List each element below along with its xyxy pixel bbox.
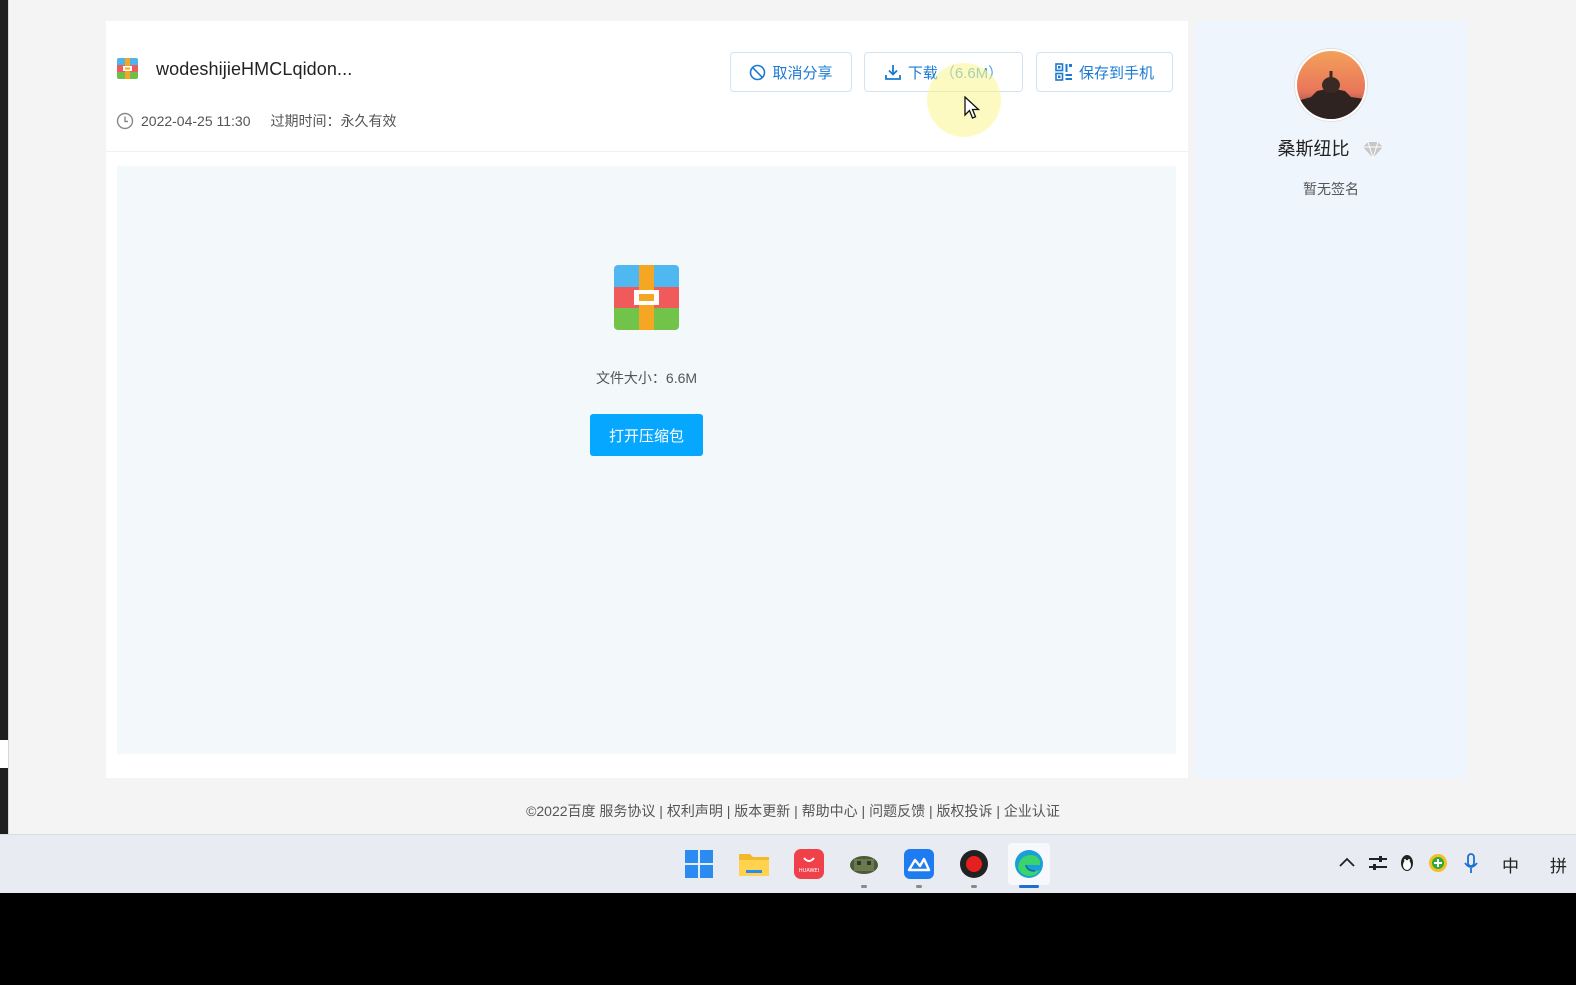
screen-recorder-button[interactable] — [953, 843, 995, 888]
microphone-icon[interactable] — [1463, 853, 1479, 875]
taskbar: HUAWEI 中 拼 — [0, 834, 1576, 894]
minecraft-icon — [850, 856, 878, 874]
ime-name-indicator[interactable]: 拼 — [1550, 852, 1567, 877]
file-preview-area: 文件大小：6.6M 打开压缩包 — [117, 166, 1176, 754]
feishu-icon — [904, 849, 934, 879]
windows-icon — [685, 850, 713, 878]
folder-icon — [739, 854, 769, 876]
file-size: 文件大小：6.6M — [595, 370, 698, 386]
user-signature: 暂无签名 — [1303, 181, 1359, 197]
archive-large-icon — [614, 265, 679, 330]
clock-icon — [116, 112, 134, 130]
screen-bottom-black — [0, 893, 1576, 985]
expire-time: 过期时间：永久有效 — [270, 113, 397, 129]
save-to-phone-button[interactable]: 保存到手机 — [1036, 52, 1173, 92]
file-name: wodeshijieHMCLqidon... — [156, 59, 353, 79]
user-card: 桑斯纽比 暂无签名 — [1195, 21, 1467, 778]
browser-viewport: wodeshijieHMCLqidon... 2022-04-25 11:30 … — [8, 0, 1576, 834]
save-to-phone-label: 保存到手机 — [1078, 64, 1154, 82]
windows-start-button[interactable] — [678, 843, 720, 885]
ime-mode-indicator[interactable]: 中 — [1502, 852, 1519, 877]
settings-sliders-icon[interactable] — [1368, 854, 1388, 872]
huawei-label: HUAWEI — [799, 868, 819, 874]
avatar[interactable] — [1295, 49, 1367, 121]
file-explorer-button[interactable] — [733, 843, 775, 885]
file-card: wodeshijieHMCLqidon... 2022-04-25 11:30 … — [106, 21, 1188, 778]
archive-icon — [117, 58, 138, 79]
feishu-button[interactable] — [898, 843, 940, 888]
mouse-pointer-icon — [964, 96, 980, 119]
edge-icon — [1015, 850, 1043, 878]
open-archive-button[interactable]: 打开压缩包 — [590, 414, 703, 456]
edge-browser-button[interactable] — [1008, 843, 1050, 888]
qq-penguin-icon[interactable] — [1398, 853, 1416, 873]
download-icon — [884, 65, 901, 80]
huawei-appgallery-button[interactable]: HUAWEI — [788, 843, 830, 885]
left-window-edge — [0, 0, 8, 834]
footer-links[interactable]: ©2022百度 服务协议 | 权利声明 | 版本更新 | 帮助中心 | 问题反馈… — [9, 801, 1576, 821]
minecraft-button[interactable] — [843, 843, 885, 888]
ban-icon — [750, 64, 766, 80]
security-plus-icon[interactable] — [1428, 853, 1448, 873]
diamond-icon — [1362, 142, 1383, 160]
qrcode-icon — [1055, 63, 1072, 81]
appgallery-icon: HUAWEI — [794, 849, 824, 879]
user-name-row: 桑斯纽比 — [1195, 135, 1467, 161]
cancel-share-button[interactable]: 取消分享 — [730, 52, 852, 92]
user-name[interactable]: 桑斯纽比 — [1277, 139, 1349, 159]
record-icon — [960, 850, 988, 878]
share-date: 2022-04-25 11:30 — [141, 113, 251, 129]
cancel-share-label: 取消分享 — [772, 64, 833, 82]
chevron-up-icon[interactable] — [1338, 855, 1356, 869]
file-meta: 2022-04-25 11:30 过期时间：永久有效 — [116, 111, 397, 131]
file-header: wodeshijieHMCLqidon... 2022-04-25 11:30 … — [106, 21, 1188, 152]
